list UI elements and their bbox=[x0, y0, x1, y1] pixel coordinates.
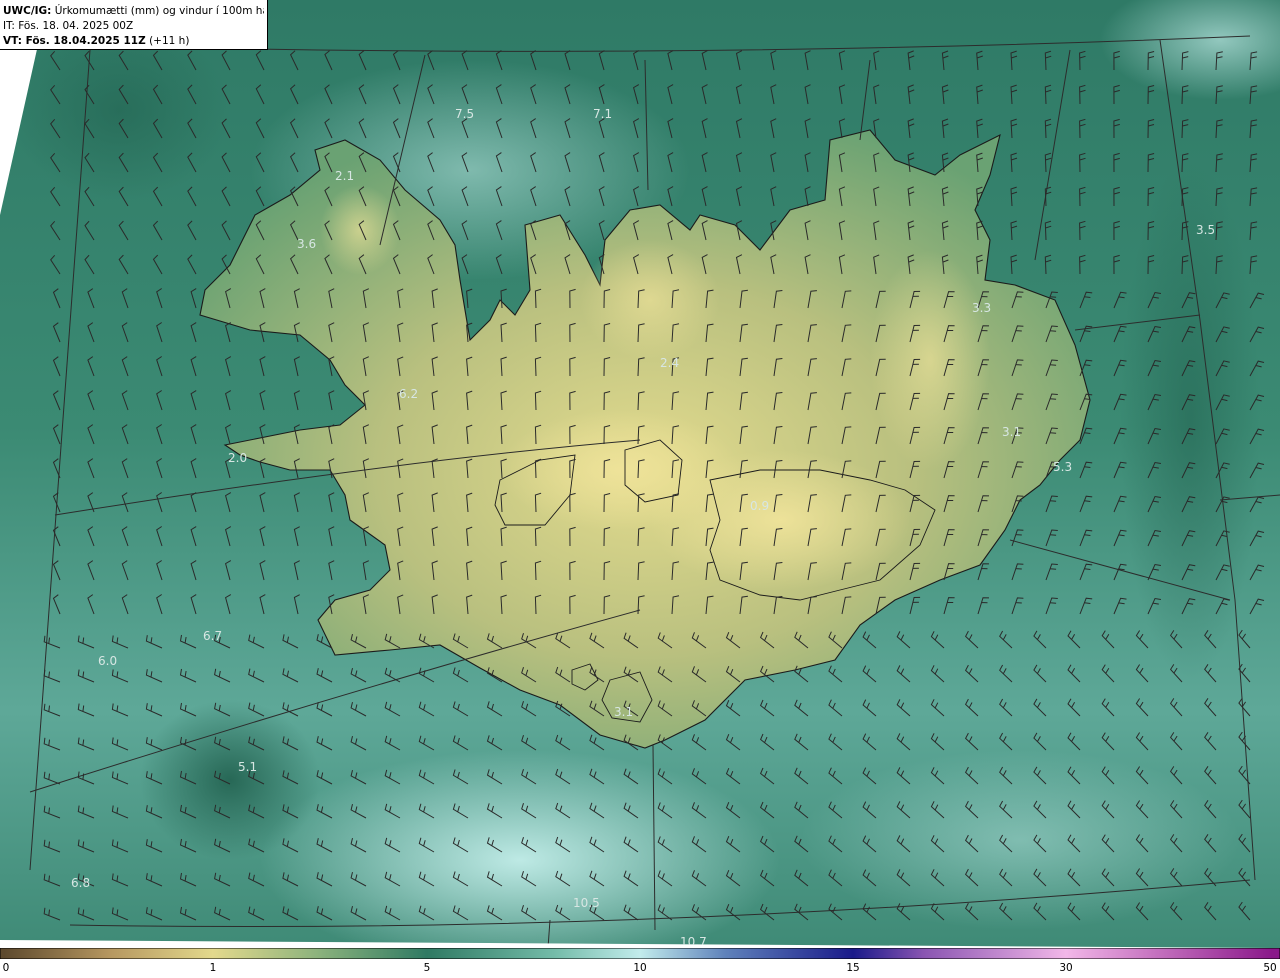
value-label: 3.1 bbox=[1002, 425, 1021, 439]
value-label: 7.1 bbox=[593, 107, 612, 121]
map-domain: 7.5 7.1 2.1 3.6 6.2 2.0 2.4 3.3 3.5 3.1 … bbox=[0, 0, 1280, 948]
colorbar bbox=[0, 948, 1280, 959]
value-label: 6.7 bbox=[203, 629, 222, 643]
colorbar-tick-label: 5 bbox=[423, 962, 431, 974]
colorbar-ticks: 0 1 5 10 15 30 50 bbox=[0, 960, 1280, 978]
valid-time: VT: Fös. 18.04.2025 11Z bbox=[3, 35, 146, 47]
value-label: 5.3 bbox=[1053, 460, 1072, 474]
value-label: 3.6 bbox=[297, 237, 316, 251]
colorbar-tick-label: 10 bbox=[633, 962, 647, 974]
colorbar-tick-label: 0 bbox=[2, 962, 10, 974]
value-label: 3.5 bbox=[1196, 223, 1215, 237]
valid-time-line: VT: Fös. 18.04.2025 11Z (+11 h) bbox=[3, 34, 264, 49]
value-label: 3.1 bbox=[614, 705, 633, 719]
value-label: 2.0 bbox=[228, 451, 247, 465]
value-label: 3.3 bbox=[972, 301, 991, 315]
model-label: UWC/IG: bbox=[3, 5, 52, 17]
header-title-line: UWC/IG: Úrkomumætti (mm) og vindur í 100… bbox=[3, 4, 264, 19]
colorbar-gradient bbox=[0, 948, 1280, 959]
value-label: 5.1 bbox=[238, 760, 257, 774]
value-label: 0.9 bbox=[750, 499, 769, 513]
lead-time: (+11 h) bbox=[145, 35, 190, 47]
interior-highland bbox=[580, 240, 720, 360]
low-precip-area bbox=[1120, 160, 1260, 680]
value-label: 2.4 bbox=[660, 356, 679, 370]
value-label: 10.5 bbox=[573, 896, 600, 910]
colorbar-tick-label: 1 bbox=[209, 962, 217, 974]
initial-time: IT: Fös. 18. 04. 2025 00Z bbox=[3, 20, 134, 32]
product-title: Úrkomumætti (mm) og vindur í 100m hæð bbox=[51, 5, 264, 17]
interior-highland bbox=[870, 250, 990, 470]
value-label: 6.8 bbox=[71, 876, 90, 890]
colorbar-tick-label: 15 bbox=[846, 962, 860, 974]
value-label: 2.1 bbox=[335, 169, 354, 183]
forecast-map[interactable]: 7.5 7.1 2.1 3.6 6.2 2.0 2.4 3.3 3.5 3.1 … bbox=[0, 0, 1280, 948]
value-label: 7.5 bbox=[455, 107, 474, 121]
map-header: UWC/IG: Úrkomumætti (mm) og vindur í 100… bbox=[0, 0, 268, 50]
interior-highland bbox=[320, 185, 400, 275]
value-label: 6.2 bbox=[399, 387, 418, 401]
value-label: 6.0 bbox=[98, 654, 117, 668]
colorbar-tick-label: 50 bbox=[1263, 962, 1277, 974]
low-precip-area bbox=[140, 700, 320, 860]
colorbar-tick-label: 30 bbox=[1059, 962, 1073, 974]
